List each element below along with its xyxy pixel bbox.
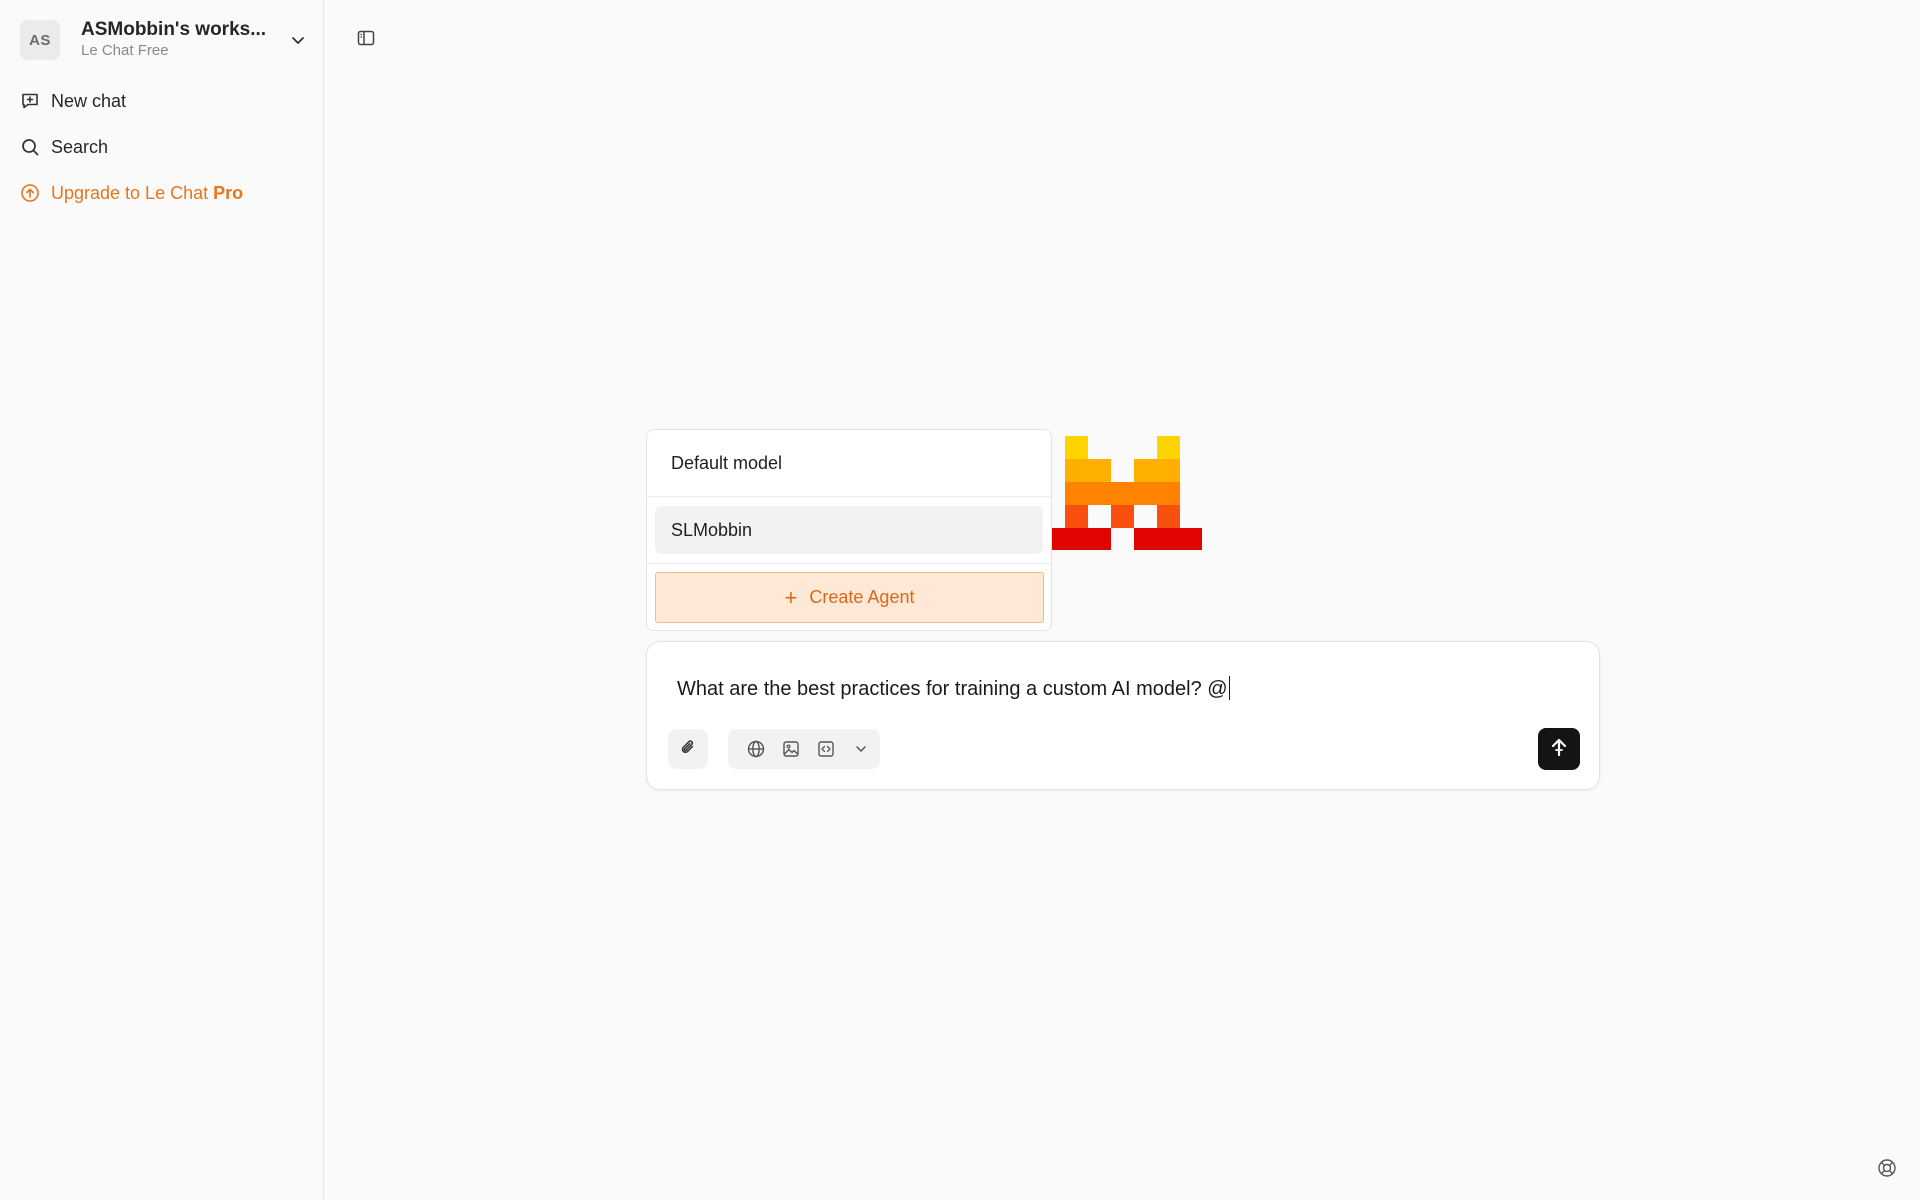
sidebar-item-label: Search bbox=[51, 136, 109, 157]
upgrade-prefix: Upgrade to Le Chat bbox=[51, 182, 214, 203]
logo-block bbox=[1065, 505, 1088, 528]
chat-composer: What are the best practices for training… bbox=[646, 641, 1600, 790]
mistral-logo bbox=[1052, 436, 1202, 555]
chevron-down-icon[interactable] bbox=[288, 30, 308, 50]
logo-block bbox=[1157, 436, 1180, 459]
workspace-switcher[interactable]: AS ASMobbin's works... Le Chat Free bbox=[20, 19, 308, 61]
text-caret bbox=[1228, 676, 1231, 700]
logo-block bbox=[1157, 505, 1180, 528]
upgrade-arrow-icon bbox=[20, 183, 40, 203]
logo-block bbox=[1065, 482, 1180, 505]
agent-option[interactable]: SLMobbin bbox=[655, 506, 1043, 554]
divider bbox=[647, 563, 1051, 564]
code-icon[interactable] bbox=[814, 737, 838, 761]
sidebar: AS ASMobbin's works... Le Chat Free New … bbox=[0, 0, 324, 1200]
attach-button[interactable] bbox=[668, 729, 708, 769]
create-agent-label: Create Agent bbox=[809, 587, 915, 607]
avatar: AS bbox=[20, 20, 60, 60]
help-button[interactable] bbox=[1875, 1158, 1899, 1182]
workspace-name: ASMobbin's works... bbox=[81, 19, 267, 40]
workspace-plan: Le Chat Free bbox=[81, 42, 169, 59]
paperclip-icon bbox=[678, 737, 698, 762]
logo-block bbox=[1065, 459, 1111, 482]
sidebar-item-new-chat[interactable]: New chat bbox=[20, 83, 308, 119]
agent-menu-default-model[interactable]: Default model bbox=[647, 430, 1051, 497]
sidebar-item-search[interactable]: Search bbox=[20, 129, 308, 165]
sidebar-item-upgrade[interactable]: Upgrade to Le Chat Pro bbox=[20, 175, 308, 211]
lifebuoy-icon bbox=[1877, 1158, 1897, 1183]
globe-icon[interactable] bbox=[744, 737, 768, 761]
tools-group bbox=[728, 729, 880, 769]
new-chat-icon bbox=[20, 91, 40, 111]
logo-block bbox=[1111, 505, 1134, 528]
create-agent-button[interactable]: + Create Agent bbox=[655, 572, 1044, 623]
chevron-down-icon[interactable] bbox=[849, 737, 873, 761]
sidebar-toggle-button[interactable] bbox=[352, 28, 380, 52]
prompt-input[interactable]: What are the best practices for training… bbox=[677, 676, 1231, 702]
send-button[interactable] bbox=[1538, 728, 1580, 770]
workspace-info: ASMobbin's works... Le Chat Free bbox=[81, 19, 266, 61]
image-icon[interactable] bbox=[779, 737, 803, 761]
plus-icon: + bbox=[784, 584, 798, 610]
agent-mention-menu: Default model SLMobbin + Create Agent bbox=[646, 429, 1052, 631]
logo-block bbox=[1065, 436, 1088, 459]
logo-block bbox=[1134, 528, 1202, 550]
send-arrow-icon bbox=[1548, 736, 1570, 763]
prompt-text: What are the best practices for training… bbox=[677, 678, 1228, 700]
logo-block bbox=[1052, 528, 1111, 550]
logo-block bbox=[1134, 459, 1180, 482]
sidebar-toggle-icon bbox=[356, 28, 376, 53]
sidebar-item-label: New chat bbox=[51, 90, 127, 111]
upgrade-emphasis: Pro bbox=[213, 182, 244, 203]
upgrade-label: Upgrade to Le Chat Pro bbox=[51, 183, 243, 204]
search-icon bbox=[20, 137, 40, 157]
